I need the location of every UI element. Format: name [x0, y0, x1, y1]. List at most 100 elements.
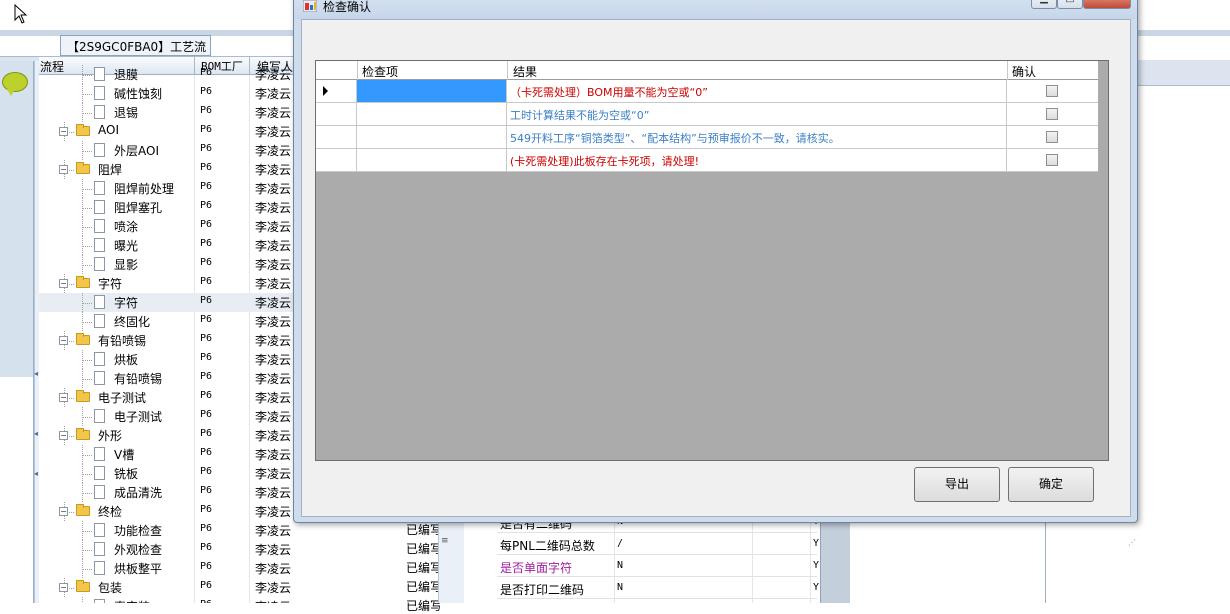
author-cell: 李凌云 [255, 410, 292, 424]
tree-row[interactable]: 烘板整平 P6 李凌云 [39, 559, 300, 578]
check-item-cell[interactable] [357, 80, 507, 102]
confirm-cell[interactable] [1007, 103, 1098, 125]
check-item-cell[interactable] [357, 103, 507, 125]
tree-node-label: AOI [98, 123, 119, 137]
tree-row[interactable]: − 有铅喷锡 P6 李凌云 [39, 331, 300, 350]
header-separator [507, 61, 508, 80]
tree-row[interactable]: − 字符 P6 李凌云 [39, 274, 300, 293]
process-tree-grid[interactable]: 流程 BOM工厂 编写人 退膜 P6 李凌云 碱性蚀刻 P6 李凌云 退锡 P6 李凌云 − AOI… [39, 57, 300, 603]
tree-row[interactable]: 外观检查 P6 李凌云 [39, 540, 300, 559]
process-flow-tab[interactable]: 【2S9GC0FBA0】工艺流程 [60, 35, 211, 71]
row-header[interactable] [316, 103, 357, 125]
dialog-titlebar[interactable]: 检查确认 ▁ □ ✕ [294, 0, 1137, 19]
header-check-item[interactable]: 检查项 [362, 63, 398, 80]
confirm-cell[interactable] [1007, 126, 1098, 148]
tree-node-label: 终检 [98, 505, 123, 519]
collapse-toggle-icon[interactable]: − [59, 336, 68, 345]
tree-row[interactable]: 喷涂 P6 李凌云 [39, 217, 300, 236]
grip-icon[interactable]: ≡ [441, 536, 449, 546]
tree-row[interactable]: − 包装 P6 李凌云 [39, 578, 300, 597]
tree-row[interactable]: 曝光 P6 李凌云 [39, 236, 300, 255]
grid-row[interactable]: (卡死需处理)此板存在卡死项，请处理! [316, 149, 1098, 172]
collapse-toggle-icon[interactable]: − [59, 279, 68, 288]
confirm-cell[interactable] [1007, 80, 1098, 102]
collapse-toggle-icon[interactable]: − [59, 431, 68, 440]
maximize-button[interactable]: □ [1057, 0, 1083, 9]
tree-row[interactable]: − 终检 P6 李凌云 [39, 502, 300, 521]
header-confirm[interactable]: 确认 [1012, 63, 1036, 80]
middle-splitter[interactable] [438, 518, 464, 603]
tree-row[interactable]: 有铅喷锡 P6 李凌云 [39, 369, 300, 388]
confirm-checkbox[interactable] [1046, 154, 1058, 166]
check-results-grid[interactable]: 检查项 结果 确认 （卡死需处理）BOM用量不能为空或“0” 工时计算结果不能为空… [315, 60, 1109, 461]
document-icon [94, 523, 105, 537]
confirm-checkbox[interactable] [1046, 108, 1058, 120]
tree-node-label: 退膜 [114, 68, 139, 82]
attribute-table-scroll[interactable] [820, 518, 850, 603]
collapse-toggle-icon[interactable]: − [59, 583, 68, 592]
grid-row[interactable]: 工时计算结果不能为空或“0” [316, 103, 1098, 126]
tree-row[interactable]: V槽 P6 李凌云 [39, 445, 300, 464]
row-header[interactable] [316, 149, 357, 171]
bom-factory-cell: P6 [200, 162, 213, 173]
dialog-title: 检查确认 [323, 0, 372, 14]
collapse-toggle-icon[interactable]: − [59, 507, 68, 516]
attribute-table[interactable]: 是否有二维码NY每PNL二维码总数/Y是否单面字符NY是否打印二维码NY [497, 516, 845, 603]
check-item-cell[interactable] [357, 126, 507, 148]
attribute-value[interactable]: / [617, 538, 623, 549]
document-icon [94, 257, 105, 271]
tree-row[interactable]: 碱性蚀刻 P6 李凌云 [39, 84, 300, 103]
export-button[interactable]: 导出 [914, 467, 1000, 502]
tree-row[interactable]: − 电子测试 P6 李凌云 [39, 388, 300, 407]
tree-row[interactable]: 终固化 P6 李凌云 [39, 312, 300, 331]
status-label: 已编写 [406, 599, 443, 613]
collapse-toggle-icon[interactable]: − [59, 165, 68, 174]
tree-row[interactable]: − 阻焊 P6 李凌云 [39, 160, 300, 179]
check-item-cell[interactable] [357, 149, 507, 171]
tree-row[interactable]: 铣板 P6 李凌云 [39, 464, 300, 483]
grid-row[interactable]: （卡死需处理）BOM用量不能为空或“0” [316, 80, 1098, 103]
tree-line [82, 550, 92, 551]
document-icon [94, 181, 105, 195]
tree-row[interactable]: − 外形 P6 李凌云 [39, 426, 300, 445]
header-result[interactable]: 结果 [513, 63, 537, 80]
result-cell[interactable]: (卡死需处理)此板存在卡死项，请处理! [507, 149, 1007, 171]
attribute-value[interactable]: N [617, 582, 623, 593]
tree-row[interactable]: 外层AOI P6 李凌云 [39, 141, 300, 160]
result-cell[interactable]: 工时计算结果不能为空或“0” [507, 103, 1007, 125]
tree-row[interactable]: 阻焊塞孔 P6 李凌云 [39, 198, 300, 217]
row-header[interactable] [316, 80, 357, 102]
author-cell: 李凌云 [255, 334, 292, 348]
tree-row[interactable]: 烘板 P6 李凌云 [39, 350, 300, 369]
confirm-checkbox[interactable] [1046, 131, 1058, 143]
tree-row[interactable]: − AOI P6 李凌云 [39, 122, 300, 141]
tree-row[interactable]: 退锡 P6 李凌云 [39, 103, 300, 122]
result-cell[interactable]: 549开料工序“铜箔类型”、“配本结构”与预审报价不一致，请核实。 [507, 126, 1007, 148]
confirm-checkbox[interactable] [1046, 85, 1058, 97]
tree-row[interactable]: 真空装 P6 李凌云 [39, 597, 300, 603]
attribute-row[interactable]: 是否单面字符 N Y [497, 555, 819, 577]
chat-icon[interactable] [2, 72, 28, 92]
result-cell[interactable]: （卡死需处理）BOM用量不能为空或“0” [507, 80, 1007, 102]
tree-line [82, 227, 92, 228]
collapse-toggle-icon[interactable]: − [59, 393, 68, 402]
tree-row[interactable]: 字符 P6 李凌云 [39, 293, 300, 312]
tree-row[interactable]: 阻焊前处理 P6 李凌云 [39, 179, 300, 198]
tree-node-label: 电子测试 [98, 391, 147, 405]
row-header[interactable] [316, 126, 357, 148]
collapse-toggle-icon[interactable]: − [59, 127, 68, 136]
grid-row[interactable]: 549开料工序“铜箔类型”、“配本结构”与预审报价不一致，请核实。 [316, 126, 1098, 149]
tree-row[interactable]: 显影 P6 李凌云 [39, 255, 300, 274]
confirm-cell[interactable] [1007, 149, 1098, 171]
close-button[interactable]: ✕ [1083, 0, 1131, 9]
attribute-value[interactable]: N [617, 560, 623, 571]
attribute-row[interactable]: 是否打印二维码 N Y [497, 577, 819, 599]
tree-row[interactable]: 电子测试 P6 李凌云 [39, 407, 300, 426]
resize-grip-icon[interactable]: ⋰ [1128, 538, 1138, 548]
tree-row[interactable]: 成品清洗 P6 李凌云 [39, 483, 300, 502]
minimize-button[interactable]: ▁ [1031, 0, 1057, 9]
tree-row[interactable]: 功能检查 P6 李凌云 [39, 521, 300, 540]
ok-button[interactable]: 确定 [1008, 467, 1094, 502]
tree-row[interactable]: 退膜 P6 李凌云 [39, 65, 300, 84]
attribute-row[interactable]: 每PNL二维码总数 / Y [497, 533, 819, 555]
